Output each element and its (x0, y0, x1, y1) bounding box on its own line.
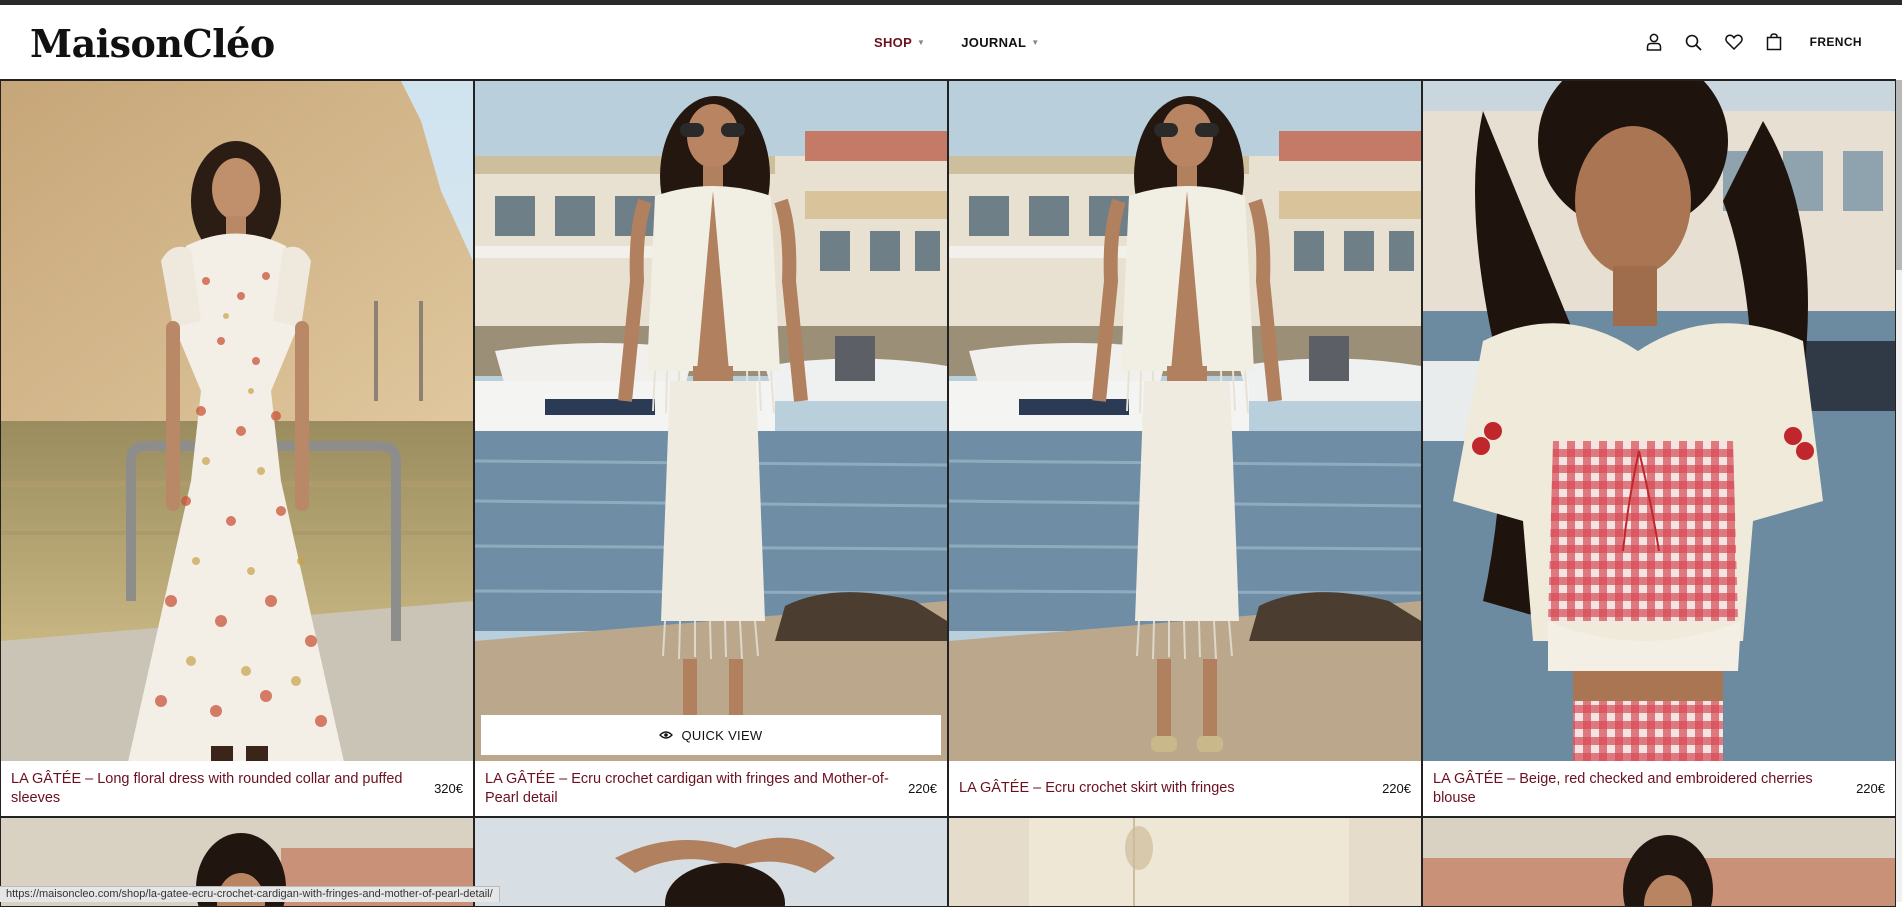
product-price: 220€ (908, 781, 937, 796)
product-image[interactable] (475, 81, 947, 761)
account-icon[interactable] (1644, 32, 1664, 52)
product-info: LA GÂTÉE – Ecru crochet cardigan with fr… (475, 761, 947, 816)
product-title[interactable]: LA GÂTÉE – Ecru crochet cardigan with fr… (485, 770, 895, 808)
language-switcher[interactable]: FRENCH (1810, 35, 1862, 49)
nav-shop[interactable]: SHOP ▼ (874, 35, 925, 50)
product-card[interactable]: QUICK VIEW LA GÂTÉE – Ecru crochet cardi… (474, 80, 948, 817)
product-price: 220€ (1382, 781, 1411, 796)
product-info: LA GÂTÉE – Ecru crochet skirt with fring… (949, 761, 1421, 816)
search-icon[interactable] (1684, 32, 1704, 52)
eye-icon (659, 730, 673, 740)
product-info: LA GÂTÉE – Beige, red checked and embroi… (1423, 761, 1895, 816)
site-header: MaisonCléo SHOP ▼ JOURNAL ▼ FRENCH (0, 5, 1896, 80)
wishlist-heart-icon[interactable] (1724, 32, 1744, 52)
chevron-down-icon: ▼ (1031, 38, 1039, 47)
product-card-partial[interactable] (474, 817, 948, 907)
product-image[interactable] (949, 81, 1421, 761)
product-price: 220€ (1856, 781, 1885, 796)
product-image[interactable] (1423, 81, 1895, 761)
product-title[interactable]: LA GÂTÉE – Long floral dress with rounde… (11, 770, 421, 808)
product-title[interactable]: LA GÂTÉE – Ecru crochet skirt with fring… (959, 779, 1235, 798)
nav-journal[interactable]: JOURNAL ▼ (961, 35, 1039, 50)
product-card-partial[interactable] (1422, 817, 1896, 907)
product-card[interactable]: LA GÂTÉE – Ecru crochet skirt with fring… (948, 80, 1422, 817)
quick-view-label: QUICK VIEW (681, 728, 762, 743)
brand-logo[interactable]: MaisonCléo (30, 21, 275, 66)
nav-shop-label: SHOP (874, 35, 912, 50)
product-card-partial[interactable] (948, 817, 1422, 907)
quick-view-button[interactable]: QUICK VIEW (481, 715, 941, 755)
product-card[interactable]: LA GÂTÉE – Beige, red checked and embroi… (1422, 80, 1896, 817)
product-card[interactable]: LA GÂTÉE – Long floral dress with rounde… (0, 80, 474, 817)
page-scrollbar-thumb[interactable] (1896, 80, 1902, 270)
header-actions: FRENCH (1644, 32, 1862, 52)
product-price: 320€ (434, 781, 463, 796)
cart-bag-icon[interactable] (1764, 32, 1784, 52)
link-status-bar: https://maisoncleo.com/shop/la-gatee-ecr… (0, 886, 500, 902)
nav-journal-label: JOURNAL (961, 35, 1026, 50)
product-title[interactable]: LA GÂTÉE – Beige, red checked and embroi… (1433, 770, 1843, 808)
chevron-down-icon: ▼ (917, 38, 925, 47)
product-info: LA GÂTÉE – Long floral dress with rounde… (1, 761, 473, 816)
main-nav: SHOP ▼ JOURNAL ▼ (874, 35, 1039, 50)
product-image[interactable] (1, 81, 473, 761)
